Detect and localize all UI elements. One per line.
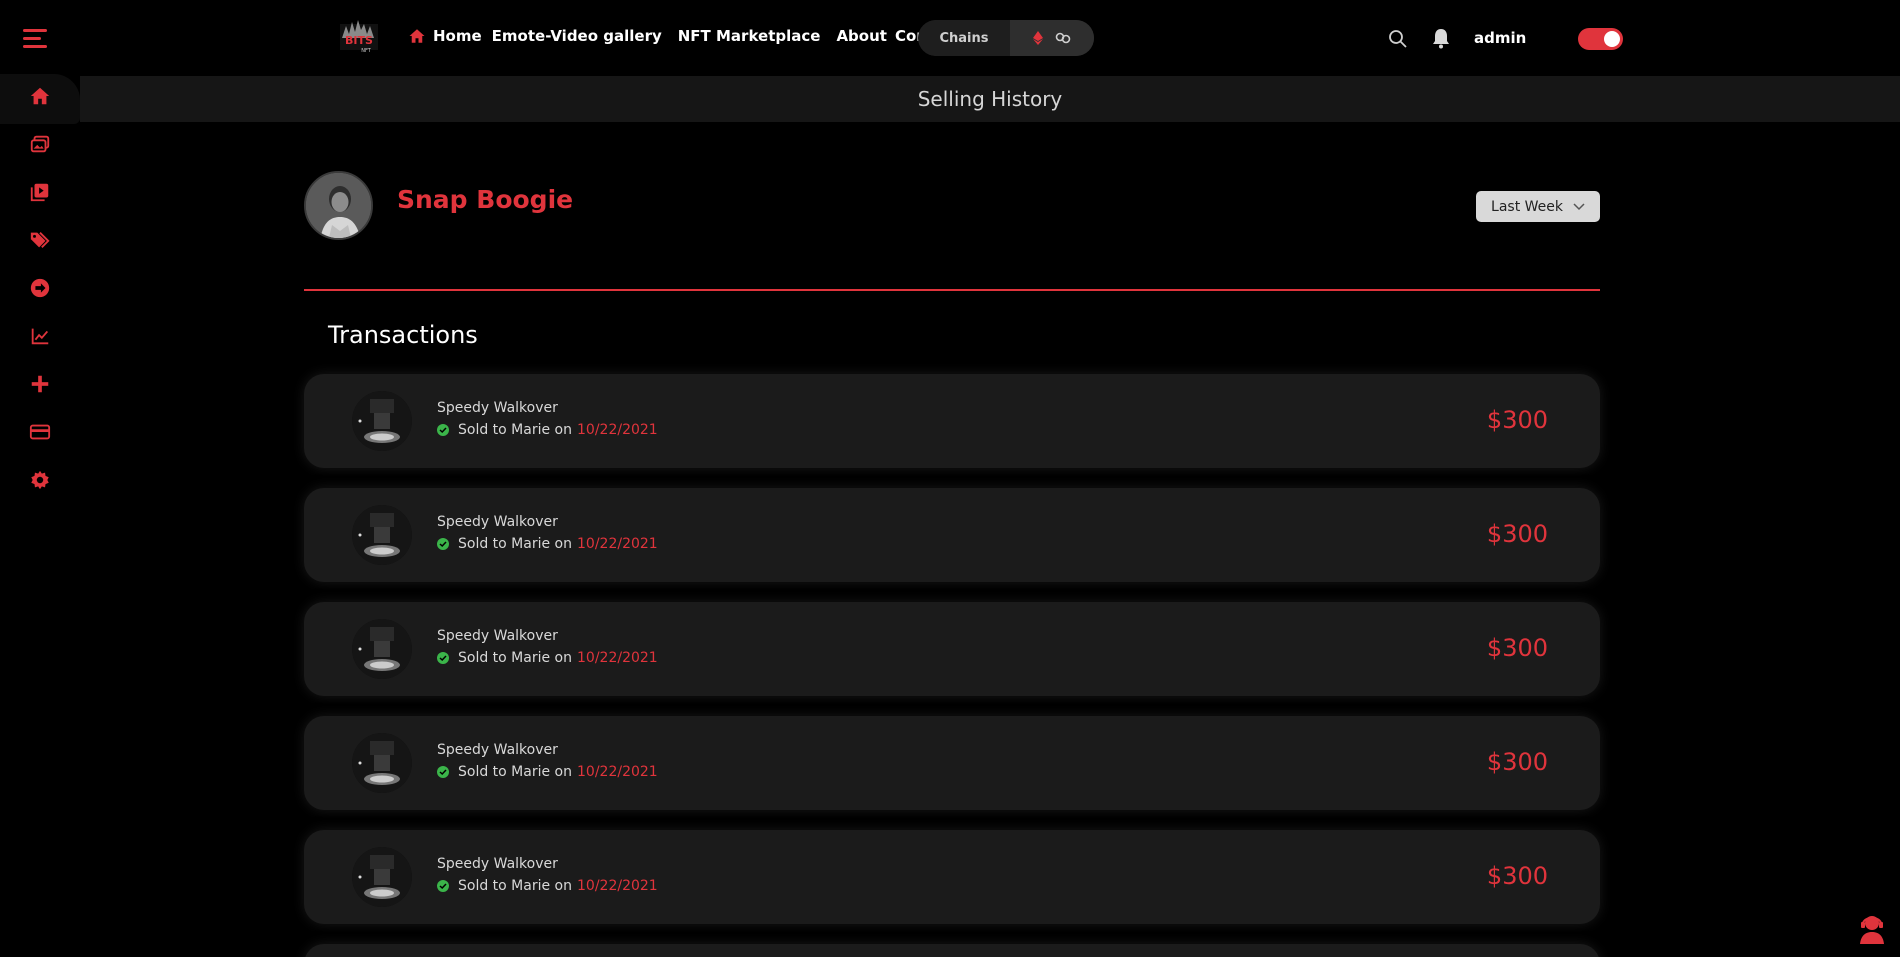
sidebar-item-transfer[interactable] xyxy=(24,272,56,304)
transaction-price: $300 xyxy=(1486,406,1548,434)
nav-nft-marketplace[interactable]: NFT Marketplace xyxy=(678,27,821,45)
transaction-date: 10/22/2021 xyxy=(577,878,658,894)
chains-options[interactable] xyxy=(1010,20,1094,56)
sidebar-item-analytics[interactable] xyxy=(24,320,56,352)
transaction-price: $300 xyxy=(1486,520,1548,548)
home-icon xyxy=(30,87,50,105)
transaction-date: 10/22/2021 xyxy=(577,650,658,666)
page-title-bar: Selling History xyxy=(80,76,1900,122)
period-filter-label: Last Week xyxy=(1491,198,1563,215)
chart-icon xyxy=(31,328,49,345)
sidebar-item-settings[interactable] xyxy=(24,464,56,496)
video-icon xyxy=(30,183,49,202)
transaction-status: Sold to Marie on 10/22/2021 xyxy=(437,536,658,552)
bell-icon[interactable] xyxy=(1430,27,1452,49)
transaction-sold-text: Sold to Marie on xyxy=(458,422,572,438)
transaction-date: 10/22/2021 xyxy=(577,764,658,780)
period-filter-dropdown[interactable]: Last Week xyxy=(1476,191,1600,222)
sidebar-item-payments[interactable] xyxy=(24,416,56,448)
sidebar-item-home[interactable] xyxy=(24,80,56,112)
check-circle-icon xyxy=(437,424,449,436)
transaction-item-name: Speedy Walkover xyxy=(437,628,558,644)
transaction-item-name: Speedy Walkover xyxy=(437,514,558,530)
transaction-row[interactable]: Speedy Walkover Sold to Marie on 10/22/2… xyxy=(304,716,1600,810)
user-menu[interactable]: admin xyxy=(1474,29,1526,47)
plus-icon xyxy=(31,375,49,393)
chains-button[interactable]: Chains xyxy=(918,20,1010,56)
nav-links: Home Emote-Video gallery NFT Marketplace… xyxy=(408,27,960,45)
chevron-down-icon xyxy=(1573,202,1585,210)
arrow-circle-icon xyxy=(30,278,50,298)
transaction-price: $300 xyxy=(1486,634,1548,662)
transaction-price: $300 xyxy=(1486,748,1548,776)
profile-name: Snap Boogie xyxy=(397,185,574,214)
transaction-item-name: Speedy Walkover xyxy=(437,856,558,872)
sidebar-item-add[interactable] xyxy=(24,368,56,400)
nft-thumbnail xyxy=(352,391,412,451)
sidebar-item-videos[interactable] xyxy=(24,176,56,208)
menu-icon[interactable] xyxy=(23,29,47,49)
app-root: BITS NFT Home Emote-Video gallery NFT Ma… xyxy=(0,0,1900,957)
transaction-status: Sold to Marie on 10/22/2021 xyxy=(437,878,658,894)
card-icon xyxy=(29,424,51,440)
transaction-row[interactable]: Speedy Walkover Sold to Marie on 10/22/2… xyxy=(304,374,1600,468)
bits-logo[interactable]: BITS NFT xyxy=(338,16,380,56)
nft-thumbnail xyxy=(352,847,412,907)
nav-emote-video-gallery[interactable]: Emote-Video gallery xyxy=(492,27,662,45)
transactions-heading: Transactions xyxy=(328,321,478,349)
search-icon[interactable] xyxy=(1388,29,1408,49)
tags-icon xyxy=(30,232,50,248)
transaction-row[interactable] xyxy=(304,944,1600,957)
transaction-sold-text: Sold to Marie on xyxy=(458,764,572,780)
sidebar-item-tags[interactable] xyxy=(24,224,56,256)
ethereum-icon[interactable] xyxy=(1033,31,1043,45)
gallery-icon xyxy=(30,135,50,153)
transaction-row[interactable]: Speedy Walkover Sold to Marie on 10/22/2… xyxy=(304,830,1600,924)
page-title: Selling History xyxy=(917,87,1063,111)
gear-icon xyxy=(31,470,49,490)
link-icon[interactable] xyxy=(1055,31,1071,45)
transaction-sold-text: Sold to Marie on xyxy=(458,536,572,552)
theme-toggle[interactable] xyxy=(1578,28,1623,50)
nav-about[interactable]: About xyxy=(836,27,887,45)
transaction-row[interactable]: Speedy Walkover Sold to Marie on 10/22/2… xyxy=(304,488,1600,582)
svg-text:BITS: BITS xyxy=(345,34,373,47)
check-circle-icon xyxy=(437,538,449,550)
top-navigation: BITS NFT Home Emote-Video gallery NFT Ma… xyxy=(0,0,1900,76)
transaction-date: 10/22/2021 xyxy=(577,536,658,552)
nav-home[interactable]: Home xyxy=(433,27,482,45)
transaction-sold-text: Sold to Marie on xyxy=(458,650,572,666)
transaction-item-name: Speedy Walkover xyxy=(437,400,558,416)
avatar-image xyxy=(306,173,371,238)
check-circle-icon xyxy=(437,880,449,892)
transaction-item-name: Speedy Walkover xyxy=(437,742,558,758)
transaction-status: Sold to Marie on 10/22/2021 xyxy=(437,422,658,438)
transaction-sold-text: Sold to Marie on xyxy=(458,878,572,894)
sidebar xyxy=(0,0,80,957)
avatar xyxy=(304,171,373,240)
nft-thumbnail xyxy=(352,733,412,793)
transaction-price: $300 xyxy=(1486,862,1548,890)
transaction-row[interactable]: Speedy Walkover Sold to Marie on 10/22/2… xyxy=(304,602,1600,696)
transaction-date: 10/22/2021 xyxy=(577,422,658,438)
chains-selector: Chains xyxy=(918,20,1094,56)
check-circle-icon xyxy=(437,652,449,664)
sidebar-item-gallery[interactable] xyxy=(24,128,56,160)
support-agent-icon[interactable] xyxy=(1857,912,1887,944)
profile-divider xyxy=(304,289,1600,291)
svg-text:NFT: NFT xyxy=(361,48,372,54)
nft-thumbnail xyxy=(352,619,412,679)
transaction-status: Sold to Marie on 10/22/2021 xyxy=(437,650,658,666)
check-circle-icon xyxy=(437,766,449,778)
home-icon[interactable] xyxy=(408,27,426,45)
nft-thumbnail xyxy=(352,505,412,565)
transaction-status: Sold to Marie on 10/22/2021 xyxy=(437,764,658,780)
